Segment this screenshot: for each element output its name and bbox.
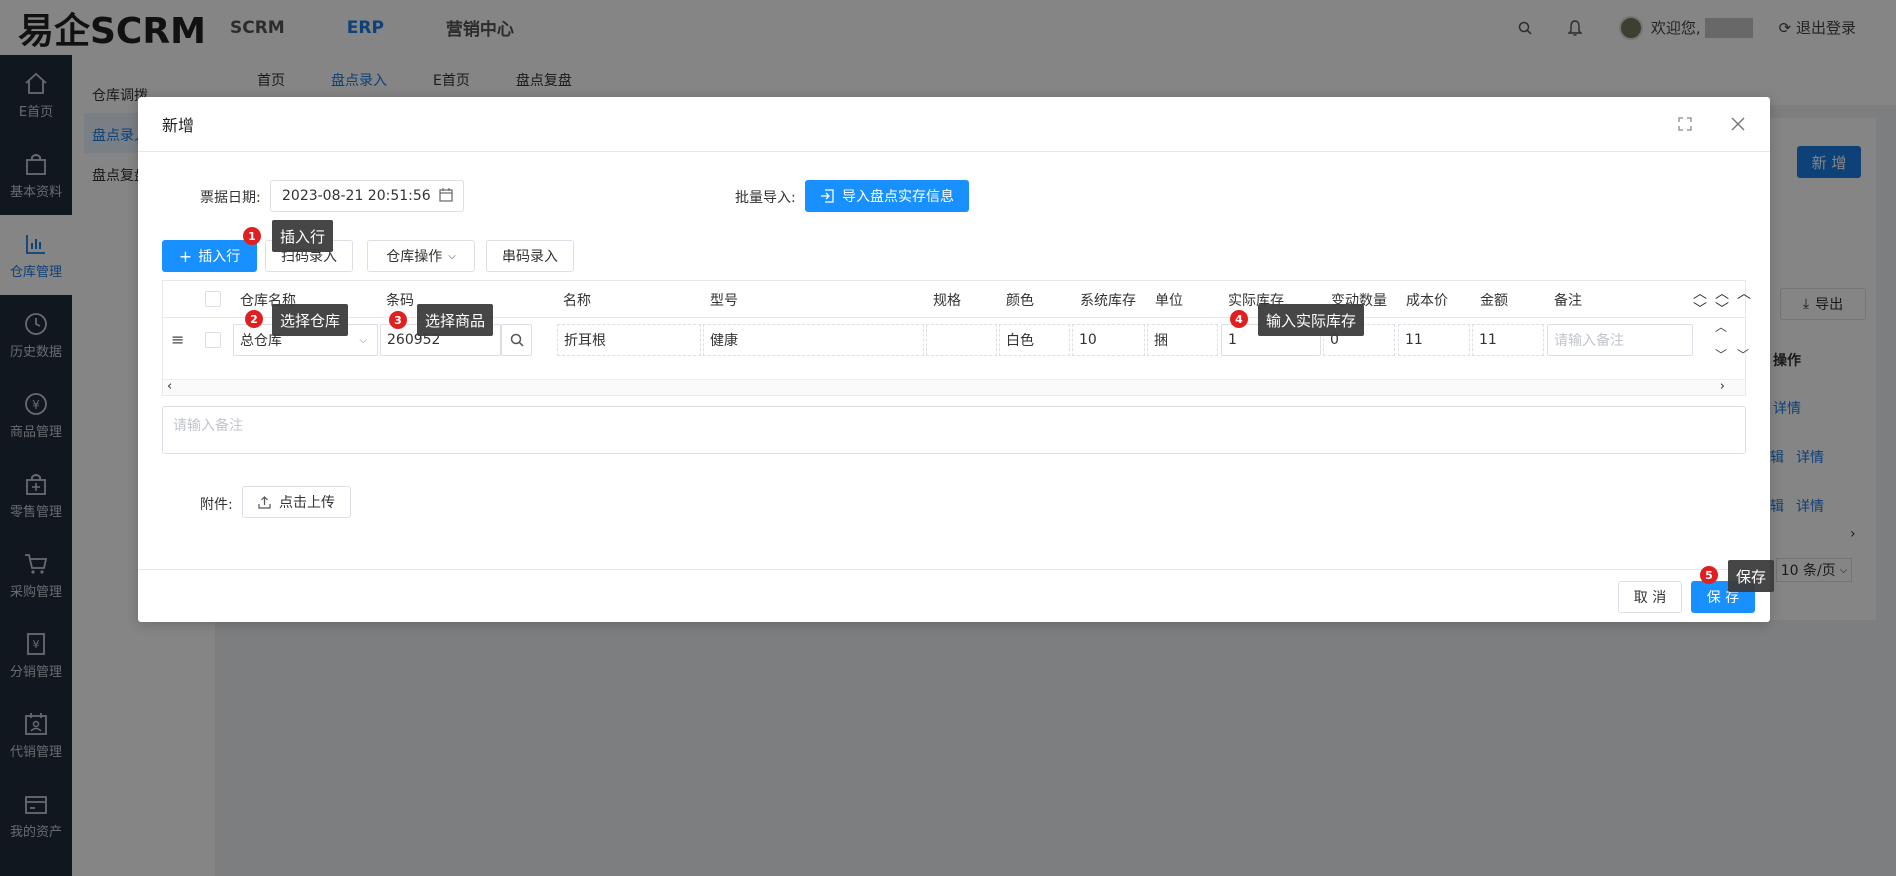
chevron-down-icon[interactable]: ﹀ — [1693, 299, 1707, 319]
column-header: 规格 — [933, 293, 961, 309]
chevron-left-icon[interactable]: ‹ — [167, 379, 172, 394]
close-icon[interactable] — [1726, 111, 1750, 135]
chevron-down-icon[interactable]: ﹀ — [1737, 346, 1749, 363]
product-search-button[interactable] — [501, 324, 532, 356]
upload-label: 点击上传 — [279, 495, 335, 511]
color-cell: 白色 — [999, 324, 1070, 356]
column-header: 成本价 — [1406, 293, 1448, 309]
chevron-down-icon[interactable]: ﹀ — [1715, 299, 1729, 319]
dialog-title: 新增 — [162, 116, 195, 135]
column-header: 系统库存 — [1080, 293, 1136, 309]
row-remark-input[interactable]: 请输入备注 — [1547, 324, 1693, 356]
plus-icon: + — [178, 246, 193, 266]
dialog-top-row: 票据日期: 2023-08-21 20:51:56 批量导入: 导入盘点实存信息 — [138, 180, 1770, 212]
warehouse-ops-label: 仓库操作 — [386, 249, 443, 265]
tooltip-insert-row: 插入行 — [272, 220, 334, 252]
date-value: 2023-08-21 20:51:56 — [282, 188, 431, 204]
step-badge: 4 — [1230, 310, 1248, 328]
system-stock-cell: 10 — [1072, 324, 1145, 356]
upload-button[interactable]: 点击上传 — [242, 486, 351, 518]
insert-row-label: 插入行 — [198, 249, 241, 265]
column-header: 名称 — [563, 293, 591, 309]
chevron-down-icon: ⌵ — [448, 250, 456, 262]
chevron-right-icon[interactable]: › — [1720, 379, 1725, 394]
tooltip-select-product: 选择商品 — [417, 304, 494, 336]
step-badge: 3 — [389, 311, 407, 329]
model-cell: 健康 — [703, 324, 924, 356]
column-header: 颜色 — [1006, 293, 1034, 309]
horizontal-scrollbar[interactable]: ‹ › — [163, 379, 1745, 395]
column-header: 单位 — [1155, 293, 1183, 309]
tooltip-actual-stock: 输入实际库存 — [1258, 304, 1365, 336]
column-header: 金额 — [1480, 293, 1508, 309]
insert-row-button[interactable]: + 插入行 — [162, 240, 257, 272]
tooltip-save: 保存 — [1728, 560, 1775, 592]
import-stocktake-button[interactable]: 导入盘点实存信息 — [805, 180, 969, 212]
chevron-up-icon[interactable]: ︿ — [1715, 318, 1727, 335]
maximize-icon[interactable] — [1678, 117, 1692, 131]
chevron-down-icon: ⌵ — [359, 334, 367, 346]
column-header: 条码 — [386, 293, 414, 309]
column-header: 型号 — [710, 293, 738, 309]
search-icon — [510, 333, 524, 347]
upload-icon — [258, 495, 271, 509]
date-label: 票据日期: — [200, 190, 261, 206]
warehouse-ops-dropdown[interactable]: 仓库操作 ⌵ — [367, 240, 475, 272]
dialog-header: 新增 — [138, 97, 1770, 152]
step-badge: 1 — [243, 227, 261, 245]
attachment-label: 附件: — [200, 497, 233, 513]
date-picker[interactable]: 2023-08-21 20:51:56 — [270, 180, 464, 212]
batch-import-label: 批量导入: — [735, 190, 796, 206]
chevron-down-icon[interactable]: ﹀ — [1715, 346, 1727, 363]
cancel-button[interactable]: 取 消 — [1618, 581, 1682, 613]
amount-cell: 11 — [1472, 324, 1544, 356]
tooltip-select-warehouse: 选择仓库 — [272, 304, 349, 336]
spec-cell — [926, 324, 997, 356]
dialog-footer: 取 消 保 存 — [138, 569, 1770, 622]
select-all-checkbox[interactable] — [205, 291, 221, 307]
cost-cell: 11 — [1398, 324, 1470, 356]
column-header: 备注 — [1554, 293, 1582, 309]
step-badge: 5 — [1700, 566, 1718, 584]
row-checkbox[interactable] — [205, 332, 221, 348]
serial-entry-button[interactable]: 串码录入 — [486, 240, 574, 272]
step-badge: 2 — [245, 310, 263, 328]
add-dialog: 新增 票据日期: 2023-08-21 20:51:56 批量导入: 导入盘点实… — [138, 97, 1770, 622]
unit-cell: 捆 — [1147, 324, 1218, 356]
drag-handle-icon[interactable]: ≡ — [171, 330, 184, 349]
remark-textarea[interactable]: 请输入备注 — [162, 406, 1746, 454]
stocktake-table: 仓库名称 条码 名称 型号 规格 颜色 系统库存 单位 实际库存 变动数量 成本… — [162, 280, 1751, 396]
name-cell: 折耳根 — [557, 324, 701, 356]
import-icon — [821, 189, 834, 203]
chevron-up-icon[interactable]: ︿ — [1737, 283, 1751, 303]
import-button-label: 导入盘点实存信息 — [842, 189, 954, 205]
calendar-icon — [439, 188, 453, 202]
